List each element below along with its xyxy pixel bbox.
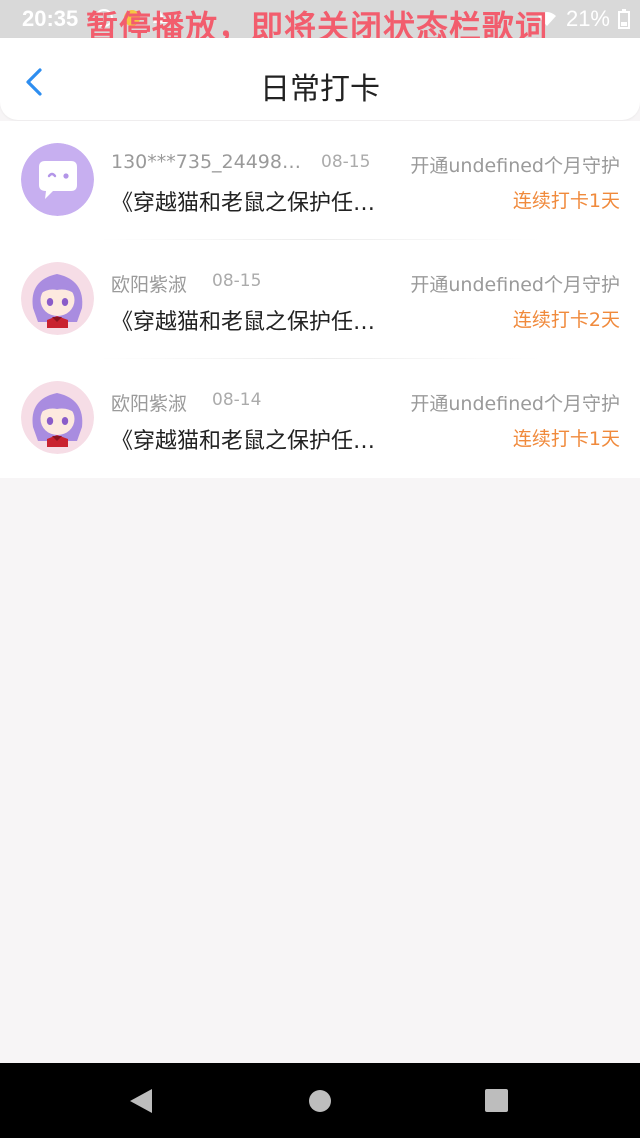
user-name: 130***735_24498… <box>111 151 301 173</box>
anime-girl-avatar-icon <box>21 381 94 454</box>
checkin-list: 130***735_24498… 08-15 《穿越猫和老鼠之保护任… 开通un… <box>0 121 640 478</box>
checkin-date: 08-15 <box>212 271 262 291</box>
nav-back-button[interactable] <box>130 1089 152 1113</box>
status-time: 20:35 <box>22 6 79 31</box>
avatar[interactable] <box>21 262 94 335</box>
page-title: 日常打卡 <box>260 72 380 107</box>
streak-count: 连续打卡2天 <box>512 309 620 331</box>
checkin-date: 08-15 <box>321 152 371 172</box>
anime-girl-avatar-icon <box>21 262 94 335</box>
streak-count: 连续打卡1天 <box>512 190 620 212</box>
battery-icon <box>618 9 630 29</box>
status-bar: 20:35 21% 暂停播放，即将关闭状态栏歌词 <box>0 0 640 46</box>
system-nav-bar <box>0 1063 640 1138</box>
guard-status: 开通undefined个月守护 <box>410 393 620 415</box>
avatar[interactable] <box>21 143 94 216</box>
user-name: 欧阳紫淑 <box>111 393 188 415</box>
checkin-date: 08-14 <box>212 390 262 410</box>
nav-home-button[interactable] <box>309 1090 331 1112</box>
guard-status: 开通undefined个月守护 <box>410 274 620 296</box>
item-description: 《穿越猫和老鼠之保护任… <box>111 191 376 216</box>
list-item[interactable]: 130***735_24498… 08-15 《穿越猫和老鼠之保护任… 开通un… <box>0 121 640 240</box>
guard-status: 开通undefined个月守护 <box>410 155 620 177</box>
item-description: 《穿越猫和老鼠之保护任… <box>111 429 376 454</box>
item-description: 《穿越猫和老鼠之保护任… <box>111 310 376 335</box>
header: 日常打卡 <box>0 38 640 120</box>
screen: 20:35 21% 暂停播放，即将关闭状态栏歌词 日常打卡 130***735_… <box>0 0 640 1138</box>
list-item[interactable]: 欧阳紫淑 08-15 《穿越猫和老鼠之保护任… 开通undefined个月守护 … <box>0 240 640 359</box>
battery-level: 21% <box>565 6 610 31</box>
user-name: 欧阳紫淑 <box>111 274 188 296</box>
nav-recents-button[interactable] <box>485 1089 508 1112</box>
avatar[interactable] <box>21 381 94 454</box>
chat-bubble-avatar-icon <box>21 143 94 216</box>
list-item[interactable]: 欧阳紫淑 08-14 《穿越猫和老鼠之保护任… 开通undefined个月守护 … <box>0 359 640 478</box>
system-icons: 21% <box>536 6 630 32</box>
streak-count: 连续打卡1天 <box>512 428 620 450</box>
